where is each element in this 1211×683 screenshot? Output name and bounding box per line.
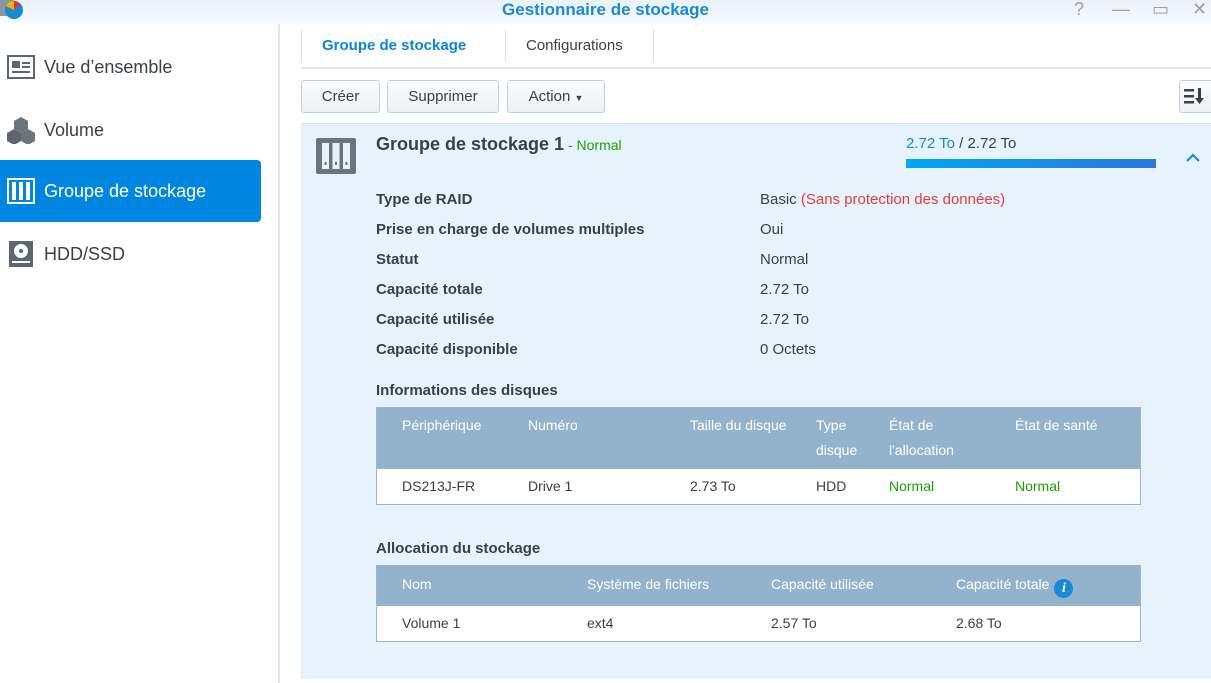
minimize-button[interactable]: — (1112, 0, 1130, 18)
column-header[interactable]: Périphérique (402, 413, 481, 438)
pool-title: Groupe de stockage 1 - Normal (376, 134, 622, 154)
table-cell: 2.68 To (956, 615, 1002, 631)
disk-info-heading: Informations des disques (376, 382, 558, 399)
column-header[interactable]: Numéro (528, 413, 578, 438)
sort-button[interactable] (1179, 80, 1211, 113)
table-cell: 2.73 To (690, 478, 736, 494)
column-header[interactable]: Capacité utilisée (771, 572, 874, 597)
column-header[interactable]: Nom (402, 572, 432, 597)
column-header[interactable]: État de l'allocation (889, 413, 999, 463)
sidebar-item-label: Vue d’ensemble (44, 56, 173, 77)
table-cell: Normal (889, 478, 935, 494)
close-button[interactable]: ✕ (1192, 0, 1207, 18)
table-cell: Volume 1 (402, 615, 461, 631)
allocation-table: Nom Système de fichiers Capacité utilisée C… (376, 565, 1141, 642)
sidebar: Vue d’ensemble Volume Groupe de stockage… (0, 24, 280, 683)
table-cell: Normal (1015, 478, 1061, 494)
usage-bar (906, 159, 1156, 168)
window-title: Gestionnaire de stockage (502, 0, 709, 19)
column-header[interactable]: Système de fichiers (587, 572, 709, 597)
table-cell: 2.57 To (771, 615, 817, 631)
sidebar-item-overview[interactable]: Vue d’ensemble (0, 36, 261, 98)
cubes-icon (7, 116, 35, 144)
table-cell: ext4 (587, 615, 614, 631)
column-header[interactable]: Taille du disque (690, 413, 787, 438)
maximize-button[interactable]: ▭ (1152, 0, 1169, 18)
create-button[interactable]: Créer (301, 80, 380, 113)
hdd-icon (7, 240, 35, 268)
sidebar-item-label: Groupe de stockage (44, 180, 207, 201)
action-button[interactable]: Action ▼ (507, 80, 605, 113)
delete-button[interactable]: Supprimer (387, 80, 499, 113)
info-icon[interactable]: i (1054, 579, 1074, 598)
help-button[interactable]: ? (1074, 0, 1084, 18)
property-value: Normal (760, 251, 809, 268)
column-header[interactable]: État de santé (1015, 413, 1098, 438)
property-value: Oui (760, 221, 784, 238)
sidebar-item-hdd-ssd[interactable]: HDD/SSD (0, 223, 261, 285)
table-cell: HDD (816, 478, 847, 494)
storage-pool-icon (316, 138, 356, 174)
property-label: Statut (376, 251, 419, 268)
property-label: Capacité disponible (376, 341, 518, 358)
tab-configurations[interactable]: Configurations (506, 30, 643, 61)
caret-down-icon: ▼ (574, 93, 584, 103)
table-row[interactable]: Volume 1 ext4 2.57 To 2.68 To (377, 606, 1140, 641)
storage-pool-icon (7, 177, 35, 205)
title-bar: Gestionnaire de stockage ? — ▭ ✕ (0, 0, 1211, 24)
property-value: Basic (Sans protection des données) (760, 191, 1006, 208)
property-warning: (Sans protection des données) (800, 191, 1006, 208)
usage-bar-fill (906, 159, 1156, 168)
property-label: Prise en charge de volumes multiples (376, 221, 645, 238)
column-header[interactable]: Type disque (816, 413, 876, 463)
sidebar-item-volume[interactable]: Volume (0, 99, 261, 161)
tab-storage-pool[interactable]: Groupe de stockage (302, 30, 486, 61)
disk-table: Périphérique Numéro Taille du disque Type d… (376, 407, 1141, 505)
property-label: Capacité totale (376, 281, 483, 298)
storage-pool-panel: Groupe de stockage 1 - Normal 2.72 To / … (301, 123, 1211, 679)
table-cell: Drive 1 (528, 478, 573, 494)
sidebar-item-label: Volume (44, 119, 105, 140)
table-row[interactable]: DS213J-FR Drive 1 2.73 To HDD Normal Normal (377, 469, 1140, 504)
property-value: 0 Octets (760, 341, 816, 358)
allocation-heading: Allocation du stockage (376, 540, 541, 557)
property-value: 2.72 To (760, 311, 809, 328)
tab-bar: Groupe de stockage Configurations (301, 30, 1211, 69)
sidebar-item-storage-pool[interactable]: Groupe de stockage (0, 160, 261, 222)
sort-icon (1184, 88, 1204, 104)
usage-text: 2.72 To / 2.72 To (906, 135, 1017, 152)
table-cell: DS213J-FR (402, 478, 476, 494)
overview-icon (7, 53, 35, 81)
property-value: 2.72 To (760, 281, 809, 298)
sidebar-item-label: HDD/SSD (44, 243, 126, 264)
action-label: Action (528, 88, 571, 105)
collapse-chevron-icon[interactable] (1185, 151, 1201, 163)
pool-name: Groupe de stockage 1 (376, 134, 565, 154)
pool-status: Normal (576, 137, 622, 153)
column-header[interactable]: Capacité totale i (956, 572, 1074, 598)
property-label: Type de RAID (376, 191, 473, 208)
property-label: Capacité utilisée (376, 311, 495, 328)
